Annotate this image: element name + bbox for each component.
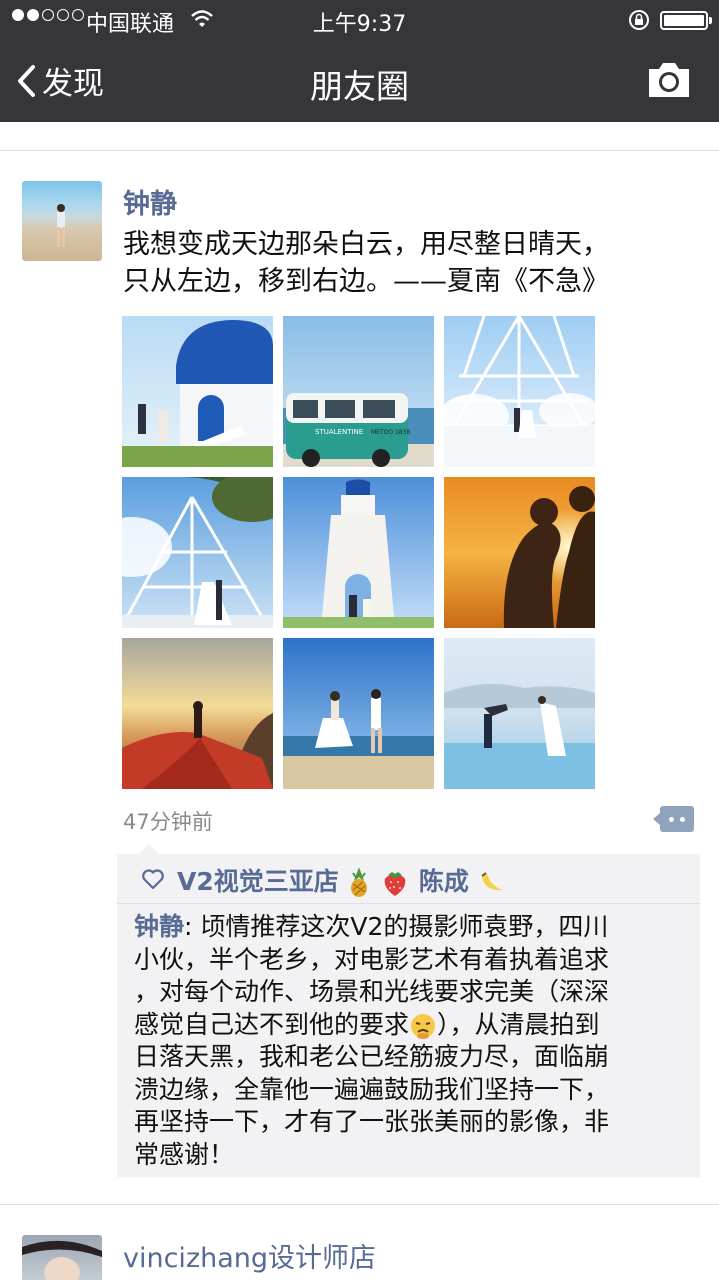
page-title: 朋友圈: [310, 67, 409, 106]
comment-line: 常感谢！: [134, 1139, 235, 1169]
heart-icon: [142, 869, 164, 890]
post-text: 我想变成天边那朵白云，用尽整日晴天， 只从左边，移到右边。——夏南《不急》: [123, 226, 683, 300]
photo-2-van[interactable]: STUALENTINE METOO 1838: [283, 316, 434, 467]
camera-icon[interactable]: [646, 60, 692, 100]
avatar-figure: [57, 204, 65, 247]
navigation-bar: 发现 朋友圈: [0, 40, 719, 122]
photo-7-red-dress[interactable]: [122, 638, 273, 789]
comment-menu-button[interactable]: [653, 806, 694, 832]
like-name[interactable]: V2视觉三亚店: [177, 867, 339, 896]
photo-5-lighthouse[interactable]: [283, 477, 434, 628]
comment-line: 感觉自己达不到他的要求 ），从清晨拍到: [134, 1009, 694, 1042]
van-sign: METOO 1838: [371, 429, 410, 436]
comment-author[interactable]: 钟静: [134, 912, 184, 941]
photo-1-blue-dome[interactable]: [122, 316, 273, 467]
strawberry-emoji-icon: [384, 872, 406, 896]
comment-line: ，对每个动作、场景和光线要求完美（深深: [134, 977, 610, 1006]
van-sign: STUALENTINE: [315, 428, 363, 436]
pineapple-emoji-icon: [351, 868, 368, 897]
comment-line: 钟静: 顷情推荐这次V2的摄影师袁野，四川: [134, 911, 694, 944]
divider: [0, 1204, 719, 1205]
photo-9-infinity-pool[interactable]: [444, 638, 595, 789]
likes-row: V2视觉三亚店 陈成: [117, 854, 700, 904]
photo-3-glass-chapel[interactable]: [444, 316, 595, 467]
avatar[interactable]: [22, 1235, 102, 1280]
status-bar: 中国联通 上午9:37: [0, 0, 719, 40]
photo-6-sunset-silhouette[interactable]: [444, 477, 595, 628]
comment-line: 再坚持一下，才有了一张张美丽的影像，非: [134, 1107, 610, 1136]
post-timestamp: 47分钟前: [123, 810, 213, 834]
comment-text: ），从清晨拍到: [437, 1009, 600, 1039]
comment-line: 日落天黑，我和老公已经筋疲力尽，面临崩: [134, 1042, 610, 1071]
rotation-lock-icon: [629, 10, 649, 30]
top-bar: 中国联通 上午9:37 发现 朋友圈: [0, 0, 719, 122]
avatar-figure: [22, 1240, 102, 1280]
divider: [0, 150, 719, 151]
comment-separator: :: [184, 912, 201, 941]
photo-4-glass-pyramid[interactable]: [122, 477, 273, 628]
comment: 钟静: 顷情推荐这次V2的摄影师袁野，四川 小伙，半个老乡，对电影艺术有着执着追…: [134, 911, 694, 1171]
status-time: 上午9:37: [312, 12, 407, 37]
comment-line: 溃边缘，全靠他一遍遍鼓励我们坚持一下，: [134, 1074, 610, 1104]
post-author[interactable]: vincizhang设计师店: [123, 1236, 376, 1275]
comment-line: 小伙，半个老乡，对电影艺术有着执着追求: [134, 944, 610, 974]
avatar[interactable]: [22, 181, 102, 261]
photo-8-beach-jump[interactable]: [283, 638, 434, 789]
tired-face-emoji-icon: [411, 1013, 436, 1039]
comment-text: 感觉自己达不到他的要求: [134, 1009, 410, 1039]
like-names: V2视觉三亚店 陈成: [177, 862, 508, 898]
likes-comments-panel: V2视觉三亚店 陈成 钟静: 顷情推荐这次V2的摄影师袁野，四川 小伙，半个老乡…: [117, 844, 700, 1177]
post-text-line: 只从左边，移到右边。——夏南《不急》: [123, 266, 609, 297]
battery-icon: [660, 11, 712, 30]
like-name[interactable]: 陈成: [419, 867, 469, 896]
comment-text: 顷情推荐这次V2的摄影师袁野，四川: [200, 912, 609, 941]
post-author[interactable]: 钟静: [123, 182, 177, 221]
post-text-line: 我想变成天边那朵白云，用尽整日晴天，: [123, 229, 609, 260]
banana-emoji-icon: [481, 872, 504, 891]
